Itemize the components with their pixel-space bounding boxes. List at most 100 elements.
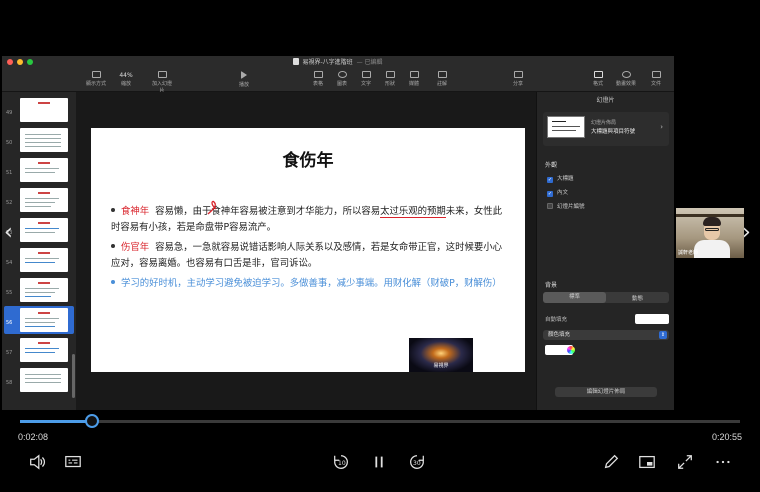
checkbox-title[interactable]: ✓ 大標題 <box>547 174 574 183</box>
slide-preview <box>20 278 68 302</box>
shape-icon <box>385 71 395 78</box>
volume-button[interactable] <box>26 452 48 472</box>
color-wheel-icon[interactable] <box>567 346 575 354</box>
fill-type-select[interactable]: 顏色填充 ⇕ <box>543 330 669 340</box>
document-button[interactable]: 文件 <box>644 71 668 87</box>
slide-preview <box>20 98 68 122</box>
slide-preview <box>20 368 68 392</box>
slide-navigator: 49 50 51 52 53 54 55 56 57 58 <box>2 92 76 410</box>
checkbox-body[interactable]: ✓ 內文 <box>547 188 568 197</box>
checkbox-slide-number[interactable]: 幻燈片編號 <box>547 202 585 210</box>
format-inspector: 幻燈片 幻燈片佈局 大標題與項目符號 › 外觀 ✓ 大標題 ✓ 內文 幻燈片編號 背… <box>536 92 674 410</box>
animate-button[interactable]: 動畫效果 <box>614 71 638 87</box>
fill-color-swatch[interactable] <box>635 314 669 324</box>
inspector-header: 幻燈片 <box>596 97 615 104</box>
slide-canvas: 食伤年 食神年 容易懒，由于食神年容易被注意到才华能力，所以容易太过乐观的预期未来… <box>76 92 536 410</box>
slide-title[interactable]: 食伤年 <box>91 146 525 171</box>
bullet-text: 容易懒，由于食神年容易被注意到才华能力，所以容易 <box>155 206 381 217</box>
mini-player-button[interactable] <box>636 452 658 472</box>
slide-number: 58 <box>6 380 13 386</box>
bullet-shishen[interactable]: 食神年 容易懒，由于食神年容易被注意到才华能力，所以容易太过乐观的预期未来，女性此… <box>111 204 511 236</box>
chart-button[interactable]: 圖表 <box>330 71 354 87</box>
document-status: — 已編輯 <box>356 59 383 66</box>
view-button[interactable]: 顯示方式 <box>84 71 108 87</box>
slide-thumbnail[interactable]: 54 <box>4 246 74 274</box>
pause-icon <box>375 456 383 468</box>
slide-number: 52 <box>6 200 13 206</box>
fullscreen-button[interactable] <box>674 452 696 472</box>
table-label: 表格 <box>312 81 323 87</box>
progress-thumb[interactable] <box>85 414 99 428</box>
document-name: 易視界-八字進階班 <box>302 59 353 66</box>
slide-number: 51 <box>6 170 13 176</box>
slide-thumbnail[interactable]: 49 <box>4 96 74 124</box>
comment-button[interactable]: 註解 <box>430 71 454 87</box>
slide-thumbnail[interactable]: 50 <box>4 126 74 154</box>
media-button[interactable]: 媒體 <box>402 71 426 87</box>
progress-bar[interactable] <box>20 414 740 428</box>
slide-thumbnail-selected[interactable]: 56 <box>4 306 74 334</box>
appearance-heading: 外觀 <box>545 162 558 169</box>
slide-thumbnail[interactable]: 55 <box>4 276 74 304</box>
slide-logo-text: 易視界 <box>433 363 449 369</box>
bullet-dot <box>111 208 115 212</box>
annotate-button[interactable] <box>600 452 622 472</box>
play-icon <box>241 71 247 79</box>
bullet-keyword: 伤官年 <box>121 242 150 253</box>
progress-fill <box>20 420 92 423</box>
zoom-button[interactable]: 44% 縮放 <box>114 71 138 87</box>
text-button[interactable]: 文字 <box>354 71 378 87</box>
next-arrow-icon[interactable]: › <box>742 220 751 245</box>
pause-button[interactable] <box>368 452 390 472</box>
slide-number: 56 <box>6 320 13 326</box>
checkmark-icon: ✓ <box>547 177 553 183</box>
layout-thumbnail <box>547 116 585 138</box>
shape-button[interactable]: 形狀 <box>378 71 402 87</box>
captions-button[interactable] <box>62 452 84 472</box>
segment-dynamic[interactable]: 動態 <box>606 294 669 302</box>
zoom-value: 44% <box>119 72 133 79</box>
slide-number: 50 <box>6 140 13 146</box>
slide-preview <box>20 248 68 272</box>
background-heading: 背景 <box>545 282 558 289</box>
slide-thumbnail[interactable]: 51 <box>4 156 74 184</box>
media-icon <box>409 71 419 78</box>
slide-preview <box>20 158 68 182</box>
add-slide-button[interactable]: 加入幻燈片 <box>150 71 174 94</box>
format-button[interactable]: 格式 <box>586 71 610 87</box>
slide[interactable]: 食伤年 食神年 容易懒，由于食神年容易被注意到才华能力，所以容易太过乐观的预期未来… <box>91 128 525 372</box>
checkbox-label: 內文 <box>557 190 569 196</box>
slide-preview <box>20 188 68 212</box>
table-button[interactable]: 表格 <box>306 71 330 87</box>
document-panel-icon <box>651 71 661 78</box>
volume-icon <box>30 454 46 470</box>
segment-standard[interactable]: 標準 <box>543 292 606 303</box>
more-button[interactable] <box>712 452 734 472</box>
bullet-text: 学习的好时机，主动学习避免被迫学习。多做善事，减少事端。用财化解（财破P，财解伤… <box>121 278 502 289</box>
slide-thumbnail[interactable]: 52 <box>4 186 74 214</box>
slide-thumbnail[interactable]: 57 <box>4 336 74 364</box>
previous-arrow-icon[interactable]: ‹ <box>4 220 13 245</box>
play-label: 播放 <box>238 82 249 88</box>
presenter-glasses <box>705 228 719 231</box>
fullscreen-icon <box>678 455 692 469</box>
webcam-overlay: 誠軒老師 <box>676 208 744 258</box>
document-label: 文件 <box>650 81 661 87</box>
play-button[interactable]: 播放 <box>232 71 256 88</box>
edit-layout-button[interactable]: 編輯幻燈片佈局 <box>555 387 657 397</box>
slide-thumbnail[interactable]: 53 <box>4 216 74 244</box>
view-label: 顯示方式 <box>85 81 106 87</box>
slide-thumbnail[interactable]: 58 <box>4 366 74 394</box>
bullet-advice[interactable]: 学习的好时机，主动学习避免被迫学习。多做善事，减少事端。用财化解（财破P，财解伤… <box>111 276 511 292</box>
layout-picker[interactable]: 幻燈片佈局 大標題與項目符號 › <box>543 112 669 146</box>
slide-number: 54 <box>6 260 13 266</box>
share-button[interactable]: 分享 <box>506 71 530 87</box>
add-slide-icon <box>157 71 167 78</box>
media-label: 媒體 <box>408 81 419 87</box>
slide-number: 57 <box>6 350 13 356</box>
current-time: 0:02:08 <box>18 432 49 442</box>
bullet-shangguan[interactable]: 伤官年 容易急，一急就容易说错话影响人际关系以及感情，若是女命带正官，这时候要小心… <box>111 240 511 272</box>
brush-icon <box>593 71 603 78</box>
navigator-scrollbar[interactable] <box>72 354 75 398</box>
bullet-keyword: 食神年 <box>121 206 150 217</box>
